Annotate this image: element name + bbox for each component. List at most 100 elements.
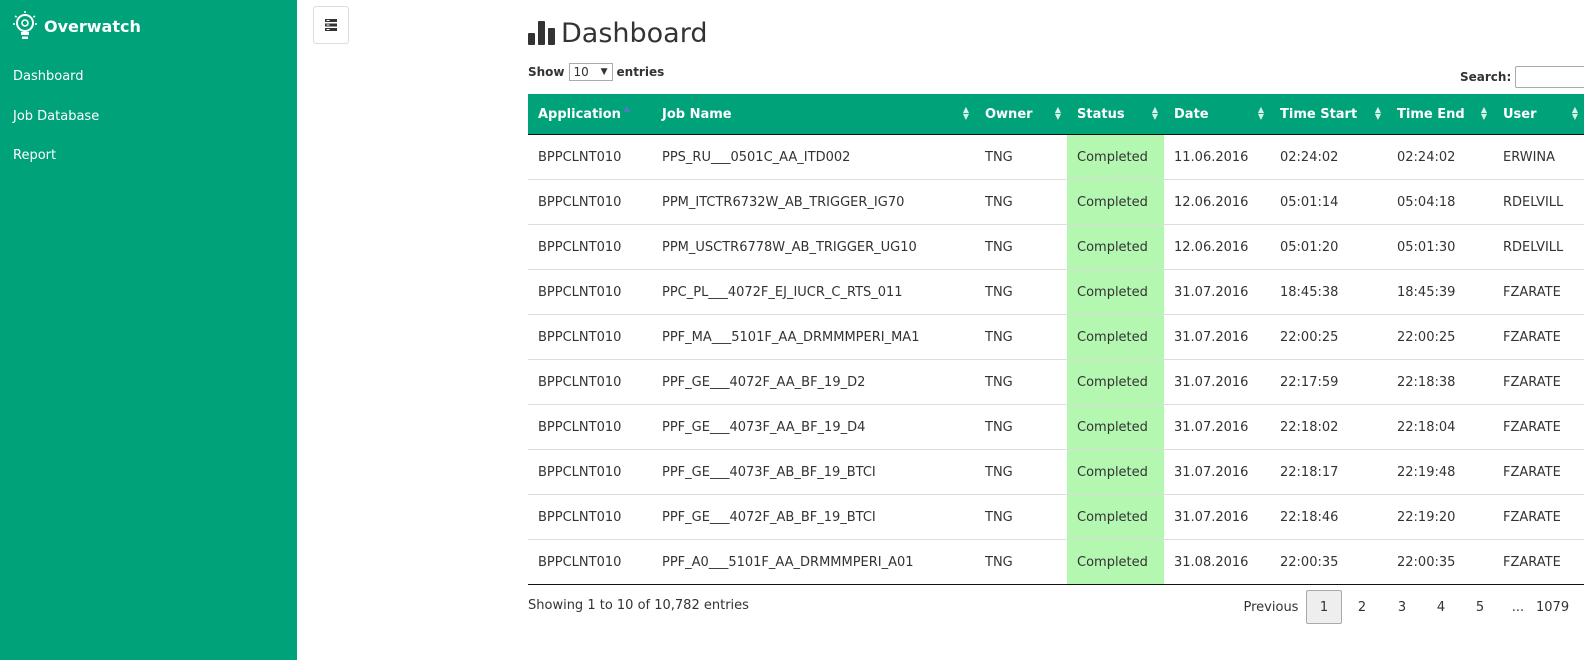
column-header-label: Date — [1174, 106, 1209, 122]
cell-date: 31.07.2016 — [1164, 494, 1270, 540]
cell-application: BPPCLNT010 — [528, 359, 652, 405]
table-row[interactable]: BPPCLNT010 PPC_PL___4072F_EJ_IUCR_C_RTS_0… — [528, 269, 1584, 315]
page-button-4[interactable]: 4 — [1422, 590, 1460, 624]
column-header-time-end[interactable]: Time End ▲ ▼ — [1387, 94, 1493, 135]
cell-date: 31.07.2016 — [1164, 404, 1270, 450]
cell-time-end: 05:01:30 — [1387, 224, 1493, 270]
cell-date: 31.07.2016 — [1164, 449, 1270, 495]
cell-status: Completed — [1067, 449, 1164, 495]
cell-owner: TNG — [975, 224, 1067, 270]
entries-select-value: 10 — [573, 65, 589, 79]
cell-status: Completed — [1067, 269, 1164, 315]
pagination-ellipsis: ... — [1511, 599, 1525, 615]
cell-application: BPPCLNT010 — [528, 179, 652, 225]
page-button-5[interactable]: 5 — [1460, 590, 1500, 624]
bar-chart-icon — [528, 21, 555, 45]
entries-select[interactable]: 10 ▼ — [568, 63, 613, 81]
page-button-1079[interactable]: 1079 — [1536, 590, 1584, 624]
sort-both-icon: ▲ ▼ — [1374, 105, 1381, 121]
brand[interactable]: Overwatch — [12, 10, 141, 42]
cell-time-end: 18:45:39 — [1387, 269, 1493, 315]
cell-user: FZARATE — [1493, 359, 1584, 405]
cell-time-end: 22:18:38 — [1387, 359, 1493, 405]
nav-item-report[interactable]: Report — [13, 148, 56, 163]
search-input[interactable] — [1515, 66, 1584, 88]
cell-date: 31.08.2016 — [1164, 539, 1270, 585]
sidebar-toggle-button[interactable] — [313, 6, 349, 44]
column-header-date[interactable]: Date ▲ ▼ — [1164, 94, 1270, 135]
table-header-row: Application ▲ Job Name ▲ ▼ Owner ▲ ▼ Status ▲ ▼ Dat… — [528, 94, 1584, 135]
length-control: Show 10 ▼ entries — [528, 63, 664, 81]
column-header-label: User — [1503, 106, 1537, 122]
cell-time-end: 22:00:25 — [1387, 314, 1493, 360]
cell-job-name: PPM_USCTR6778W_AB_TRIGGER_UG10 — [652, 224, 975, 270]
entries-label: entries — [616, 65, 665, 79]
column-header-application[interactable]: Application ▲ — [528, 94, 652, 135]
sidebar: Overwatch Dashboard Job Database Report — [0, 0, 297, 660]
cell-application: BPPCLNT010 — [528, 404, 652, 450]
column-header-label: Application — [538, 106, 621, 122]
cell-date: 12.06.2016 — [1164, 224, 1270, 270]
cell-time-end: 22:19:20 — [1387, 494, 1493, 540]
cell-user: FZARATE — [1493, 314, 1584, 360]
column-header-status[interactable]: Status ▲ ▼ — [1067, 94, 1164, 135]
cell-job-name: PPF_A0___5101F_AA_DRMMMPERI_A01 — [652, 539, 975, 585]
bulb-logo-icon — [13, 11, 37, 39]
cell-time-start: 05:01:20 — [1270, 224, 1387, 270]
cell-owner: TNG — [975, 404, 1067, 450]
cell-job-name: PPF_GE___4073F_AB_BF_19_BTCI — [652, 449, 975, 495]
table-row[interactable]: BPPCLNT010 PPS_RU___0501C_AA_ITD002 TNG Com… — [528, 134, 1584, 180]
column-header-user[interactable]: User ▲ ▼ — [1493, 94, 1584, 135]
table-row[interactable]: BPPCLNT010 PPF_A0___5101F_AA_DRMMMPERI_A0… — [528, 539, 1584, 585]
table-row[interactable]: BPPCLNT010 PPF_MA___5101F_AA_DRMMMPERI_MA… — [528, 314, 1584, 360]
cell-time-start: 22:00:35 — [1270, 539, 1387, 585]
table-body: BPPCLNT010 PPS_RU___0501C_AA_ITD002 TNG Com… — [528, 134, 1584, 585]
table-row[interactable]: BPPCLNT010 PPF_GE___4073F_AA_BF_19_D4 TNG C… — [528, 404, 1584, 450]
search-label: Search: — [1460, 70, 1512, 84]
cell-user: FZARATE — [1493, 539, 1584, 585]
column-header-owner[interactable]: Owner ▲ ▼ — [975, 94, 1067, 135]
cell-user: FZARATE — [1493, 404, 1584, 450]
cell-application: BPPCLNT010 — [528, 449, 652, 495]
cell-owner: TNG — [975, 359, 1067, 405]
cell-owner: TNG — [975, 314, 1067, 360]
sort-both-icon: ▲ ▼ — [1151, 105, 1158, 121]
table-row[interactable]: BPPCLNT010 PPM_USCTR6778W_AB_TRIGGER_UG10… — [528, 224, 1584, 270]
column-header-label: Status — [1077, 106, 1125, 122]
cell-application: BPPCLNT010 — [528, 494, 652, 540]
cell-user: FZARATE — [1493, 494, 1584, 540]
nav-item-job-database[interactable]: Job Database — [13, 109, 99, 124]
table-row[interactable]: BPPCLNT010 PPF_GE___4072F_AA_BF_19_D2 TNG C… — [528, 359, 1584, 405]
cell-owner: TNG — [975, 179, 1067, 225]
cell-status: Completed — [1067, 404, 1164, 450]
column-header-job-name[interactable]: Job Name ▲ ▼ — [652, 94, 975, 135]
cell-status: Completed — [1067, 179, 1164, 225]
cell-time-start: 22:18:02 — [1270, 404, 1387, 450]
previous-button[interactable]: Previous — [1236, 590, 1306, 624]
page-button-2[interactable]: 2 — [1342, 590, 1382, 624]
sort-both-icon: ▲ ▼ — [1054, 105, 1061, 121]
table-row[interactable]: BPPCLNT010 PPF_GE___4073F_AB_BF_19_BTCI TN… — [528, 449, 1584, 495]
search-control: Search: — [1460, 66, 1584, 88]
cell-owner: TNG — [975, 494, 1067, 540]
table-row[interactable]: BPPCLNT010 PPF_GE___4072F_AB_BF_19_BTCI TN… — [528, 494, 1584, 540]
cell-time-start: 05:01:14 — [1270, 179, 1387, 225]
table-row[interactable]: BPPCLNT010 PPM_ITCTR6732W_AB_TRIGGER_IG70… — [528, 179, 1584, 225]
cell-status: Completed — [1067, 314, 1164, 360]
cell-owner: TNG — [975, 269, 1067, 315]
sort-both-icon: ▲ ▼ — [1257, 105, 1264, 121]
cell-time-end: 22:19:48 — [1387, 449, 1493, 495]
sort-ascending-icon: ▲ — [623, 104, 630, 113]
page-button-1[interactable]: 1 — [1306, 590, 1342, 624]
cell-user: FZARATE — [1493, 269, 1584, 315]
column-header-label: Time Start — [1280, 106, 1358, 122]
cell-job-name: PPF_GE___4072F_AA_BF_19_D2 — [652, 359, 975, 405]
cell-user: FZARATE — [1493, 449, 1584, 495]
cell-user: ERWINA — [1493, 134, 1584, 180]
page-button-3[interactable]: 3 — [1382, 590, 1422, 624]
nav-item-dashboard[interactable]: Dashboard — [13, 69, 84, 84]
menu-toggle-icon — [325, 19, 337, 31]
column-header-time-start[interactable]: Time Start ▲ ▼ — [1270, 94, 1387, 135]
jobs-table: Application ▲ Job Name ▲ ▼ Owner ▲ ▼ Status ▲ ▼ Dat… — [528, 94, 1584, 585]
cell-job-name: PPM_ITCTR6732W_AB_TRIGGER_IG70 — [652, 179, 975, 225]
